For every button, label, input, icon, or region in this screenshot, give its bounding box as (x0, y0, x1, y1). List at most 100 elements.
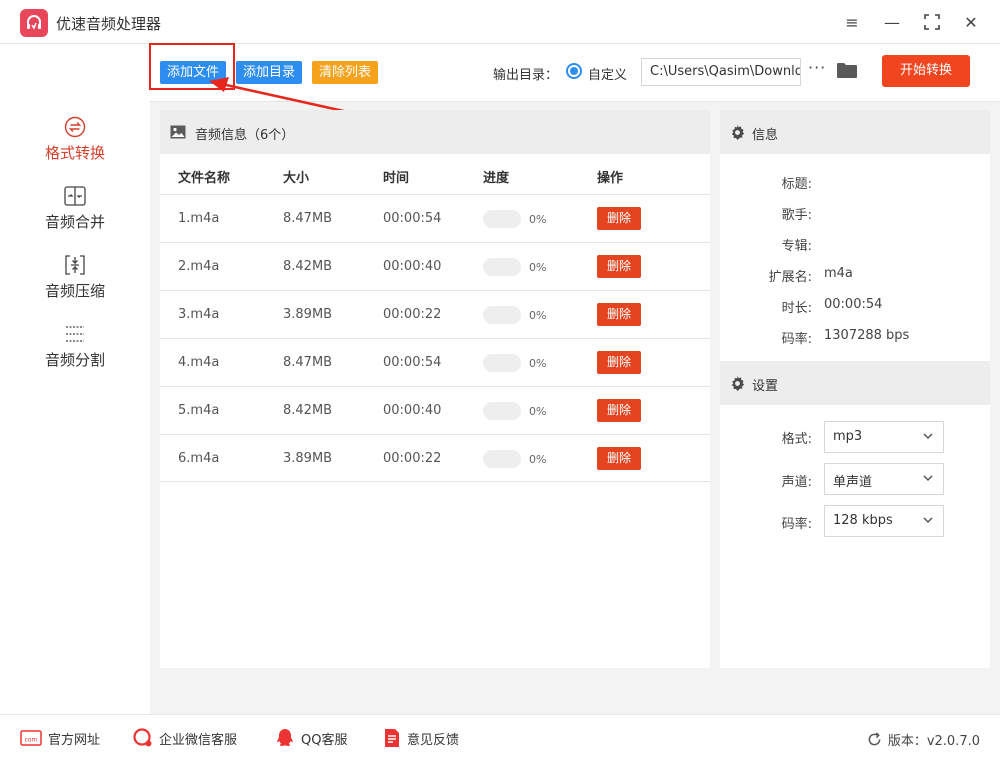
delete-button[interactable]: 删除 (597, 399, 641, 422)
settings-header: 设置 (720, 361, 990, 405)
version-label: 版本：v2.0.7.0 (887, 734, 980, 749)
sidebar-item-label: 音频合并 (44, 213, 105, 231)
chevron-down-icon (923, 517, 933, 524)
menu-icon[interactable]: ≡ (840, 10, 864, 34)
progress-text: 0% (529, 357, 547, 370)
progress-text: 0% (529, 261, 547, 274)
feedback-link[interactable]: 意见反馈 (383, 728, 459, 748)
qq-icon (277, 729, 293, 746)
info-value-duration: 00:00:54 (824, 297, 883, 312)
sidebar-item-audio-merge[interactable]: 音频合并 (0, 185, 150, 247)
file-duration: 00:00:40 (383, 403, 442, 418)
title-bar: 优速音频处理器 ≡ — ✕ (0, 0, 1000, 44)
format-select-value: mp3 (833, 429, 863, 444)
merge-icon (64, 186, 86, 206)
chevron-down-icon (923, 475, 933, 482)
progress-text: 0% (529, 213, 547, 226)
bitrate-select[interactable]: 128 kbps (824, 505, 944, 537)
custom-output-label[interactable]: 自定义 (588, 64, 627, 83)
svg-text:com: com (25, 737, 38, 744)
wecom-support-label: 企业微信客服 (159, 732, 238, 748)
table-row[interactable]: 2.m4a 8.42MB 00:00:40 0% 删除 (160, 242, 710, 290)
browse-more-button[interactable]: ··· (808, 58, 826, 77)
bitrate-label: 码率: (781, 517, 812, 532)
info-label-bitrate: 码率: (781, 332, 812, 347)
file-size: 8.42MB (283, 259, 333, 274)
file-name: 2.m4a (178, 259, 220, 274)
info-title: 信息 (752, 128, 779, 143)
info-value-extension: m4a (824, 266, 853, 281)
maximize-icon[interactable] (920, 10, 944, 34)
column-header-filename: 文件名称 (178, 171, 231, 186)
file-size: 3.89MB (283, 307, 333, 322)
sidebar: 格式转换 音频合并 音频压缩 音频分割 (0, 44, 150, 714)
qq-support-link[interactable]: QQ客服 (275, 728, 347, 748)
refresh-icon (868, 732, 881, 746)
minimize-icon[interactable]: — (880, 10, 904, 34)
delete-button[interactable]: 删除 (597, 255, 641, 278)
output-dir-label: 输出目录： (493, 68, 559, 83)
channel-select[interactable]: 单声道 (824, 463, 944, 495)
table-row[interactable]: 4.m4a 8.47MB 00:00:54 0% 删除 (160, 338, 710, 386)
info-label-artist: 歌手: (781, 208, 812, 223)
close-icon[interactable]: ✕ (959, 10, 983, 34)
table-row[interactable]: 6.m4a 3.89MB 00:00:22 0% 删除 (160, 434, 710, 482)
chevron-down-icon (923, 433, 933, 440)
sidebar-item-label: 格式转换 (44, 144, 105, 162)
file-size: 3.89MB (283, 451, 333, 466)
column-header-size: 大小 (283, 171, 310, 186)
gear-icon (731, 125, 745, 140)
gear-icon (731, 376, 745, 391)
file-name: 4.m4a (178, 355, 220, 370)
official-website-label: 官方网址 (48, 732, 101, 748)
feedback-label: 意见反馈 (407, 732, 460, 748)
file-duration: 00:00:40 (383, 259, 442, 274)
progress-bar (483, 354, 521, 372)
column-header-progress: 进度 (483, 171, 510, 186)
file-duration: 00:00:22 (383, 451, 442, 466)
column-header-action: 操作 (597, 171, 624, 186)
qq-support-label: QQ客服 (301, 732, 348, 748)
progress-bar (483, 450, 521, 468)
info-label-album: 专辑: (781, 239, 812, 254)
progress-text: 0% (529, 309, 547, 322)
image-icon (170, 125, 186, 139)
delete-button[interactable]: 删除 (597, 303, 641, 326)
audio-info-header: 音频信息（6个） (160, 110, 710, 154)
file-name: 5.m4a (178, 403, 220, 418)
sidebar-item-label: 音频压缩 (44, 282, 105, 300)
custom-output-radio[interactable] (566, 63, 582, 79)
file-duration: 00:00:54 (383, 211, 442, 226)
info-settings-panel: 信息 标题: 歌手: 专辑: 扩展名: m4a 时长: 00:00:54 码率:… (720, 110, 990, 668)
sidebar-item-format-convert[interactable]: 格式转换 (0, 116, 150, 178)
folder-icon[interactable] (837, 62, 857, 79)
sidebar-item-audio-split[interactable]: 音频分割 (0, 323, 150, 385)
info-value-bitrate: 1307288 bps (824, 328, 910, 343)
sidebar-item-audio-compress[interactable]: 音频压缩 (0, 254, 150, 316)
file-duration: 00:00:54 (383, 355, 442, 370)
wecom-support-link[interactable]: 企业微信客服 (133, 728, 237, 748)
app-title: 优速音频处理器 (56, 15, 162, 33)
file-size: 8.47MB (283, 211, 333, 226)
format-select[interactable]: mp3 (824, 421, 944, 453)
file-size: 8.47MB (283, 355, 333, 370)
progress-bar (483, 258, 521, 276)
convert-icon (64, 116, 86, 138)
bitrate-select-value: 128 kbps (833, 513, 893, 528)
progress-bar (483, 306, 521, 324)
table-row[interactable]: 1.m4a 8.47MB 00:00:54 0% 删除 (160, 194, 710, 242)
file-duration: 00:00:22 (383, 307, 442, 322)
table-row[interactable]: 5.m4a 8.42MB 00:00:40 0% 删除 (160, 386, 710, 434)
output-path-input[interactable]: C:\Users\Qasim\Downlo (641, 58, 801, 86)
delete-button[interactable]: 删除 (597, 207, 641, 230)
table-row[interactable]: 3.m4a 3.89MB 00:00:22 0% 删除 (160, 290, 710, 338)
official-website-link[interactable]: com 官方网址 (20, 728, 100, 748)
start-convert-button[interactable]: 开始转换 (882, 55, 970, 87)
version-info[interactable]: 版本：v2.0.7.0 (867, 730, 980, 749)
delete-button[interactable]: 删除 (597, 447, 641, 470)
channel-label: 声道: (781, 475, 812, 490)
delete-button[interactable]: 删除 (597, 351, 641, 374)
compress-icon (65, 255, 85, 275)
website-icon: com (20, 730, 42, 746)
column-header-time: 时间 (383, 171, 410, 186)
